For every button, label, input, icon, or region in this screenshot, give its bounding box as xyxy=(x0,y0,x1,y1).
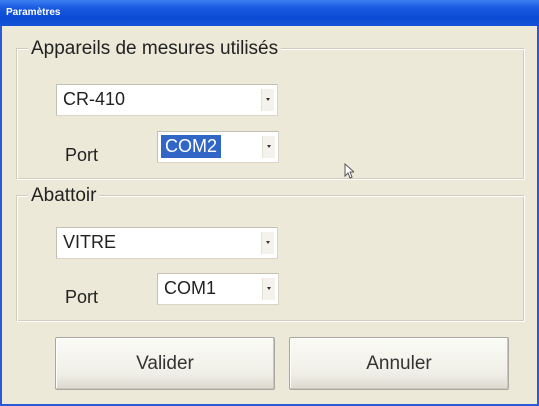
device-select-value: CR-410 xyxy=(63,89,126,109)
chevron-down-icon xyxy=(266,241,270,244)
parametres-dialog: Paramètres Appareils de mesures utilisés… xyxy=(0,0,539,406)
devices-port-select-dropdown-button[interactable] xyxy=(262,136,275,158)
device-select[interactable]: CR-410 xyxy=(56,84,278,116)
slaughterhouse-select-dropdown-button[interactable] xyxy=(261,232,274,254)
devices-port-select[interactable]: COM2 xyxy=(157,131,279,163)
slaughterhouse-port-label: Port xyxy=(65,287,99,307)
window-title: Paramètres xyxy=(6,7,61,18)
device-select-dropdown-button[interactable] xyxy=(261,89,274,111)
slaughterhouse-port-select[interactable]: COM1 xyxy=(157,273,279,305)
devices-group-legend: Appareils de mesures utilisés xyxy=(28,38,282,60)
title-bar[interactable]: Paramètres xyxy=(0,0,539,26)
chevron-down-icon xyxy=(267,287,271,290)
slaughterhouse-port-select-dropdown-button[interactable] xyxy=(262,278,275,300)
chevron-down-icon xyxy=(267,145,271,148)
cancel-button[interactable]: Annuler xyxy=(289,337,509,390)
validate-button[interactable]: Valider xyxy=(55,337,275,390)
chevron-down-icon xyxy=(266,98,270,101)
slaughterhouse-select[interactable]: VITRE xyxy=(56,227,278,259)
mouse-pointer-icon xyxy=(344,163,354,179)
slaughterhouse-port-select-value: COM1 xyxy=(164,278,217,298)
devices-port-select-value: COM2 xyxy=(161,135,222,158)
devices-port-label: Port xyxy=(65,145,99,165)
slaughterhouse-group-legend: Abattoir xyxy=(28,185,100,207)
slaughterhouse-select-value: VITRE xyxy=(63,232,117,252)
